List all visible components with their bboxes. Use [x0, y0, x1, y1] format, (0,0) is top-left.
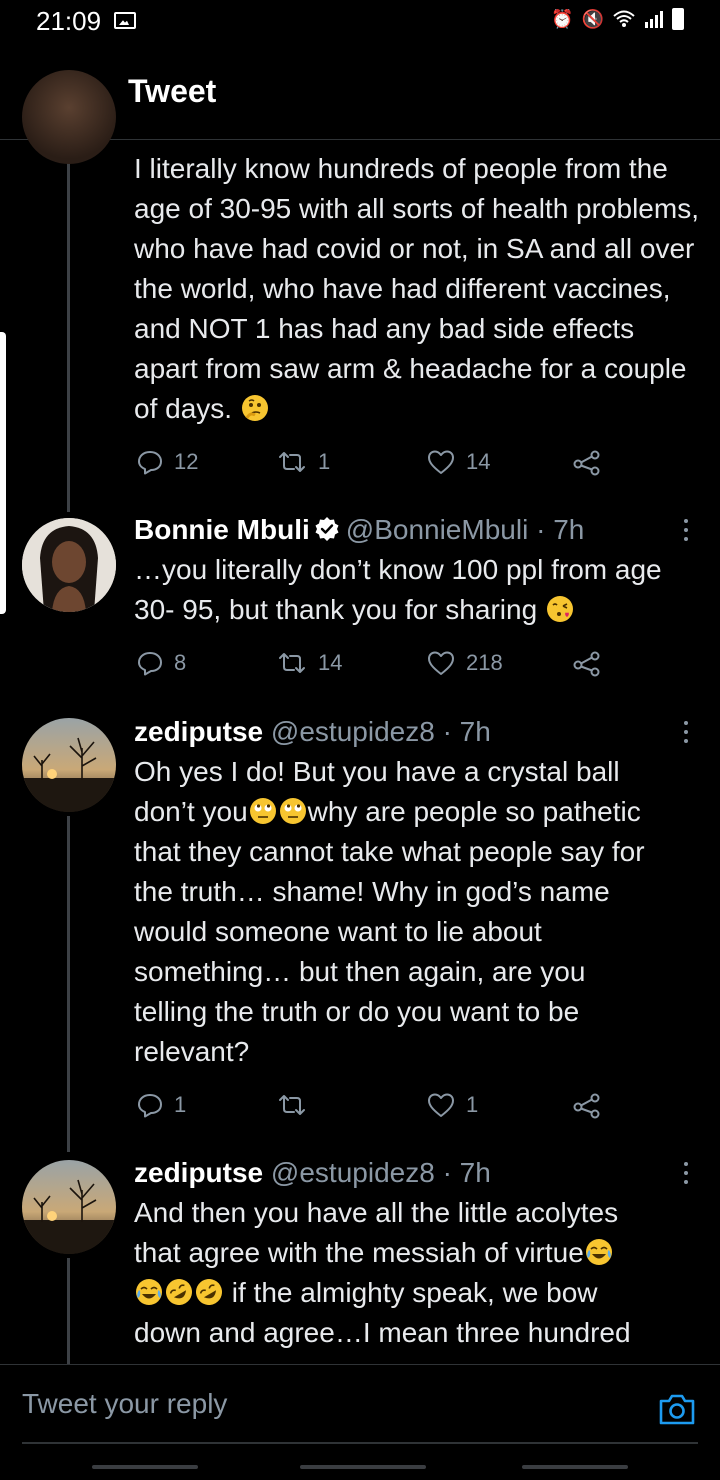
signal-icon	[645, 11, 663, 28]
heart-icon	[428, 1093, 454, 1117]
avatar[interactable]	[22, 718, 116, 812]
like-button[interactable]: 1	[426, 1088, 478, 1122]
more-options-button[interactable]	[678, 718, 694, 748]
tweet-text: Oh yes I do! But you have a crystal ball…	[134, 756, 645, 1067]
page-title: Tweet	[128, 73, 217, 109]
tweet-actions: 8 14 218	[134, 646, 614, 680]
reply-input[interactable]: Tweet your reply	[22, 1388, 227, 1420]
tweet-header: zediputse @estupidez8 · 7h	[134, 716, 491, 747]
gallery-notification-icon	[114, 12, 136, 29]
retweet-icon	[279, 1095, 305, 1115]
face-with-tears-of-joy-emoji	[585, 1239, 612, 1265]
reply-count: 8	[174, 650, 187, 675]
author-handle[interactable]: @estupidez8	[271, 716, 435, 747]
reply-count: 12	[174, 449, 199, 474]
tweet-header: Bonnie Mbuli @BonnieMbuli · 7h	[134, 514, 585, 545]
avatar-photo	[22, 718, 116, 812]
author-name[interactable]: zediputse	[134, 716, 263, 747]
author-name[interactable]: Bonnie Mbuli	[134, 514, 310, 545]
face-with-tears-of-joy-emoji	[136, 1279, 162, 1305]
tweet-time: 7h	[553, 514, 585, 545]
rolling-on-the-floor-laughing-emoji	[196, 1279, 222, 1305]
tweet-time: 7h	[459, 716, 491, 747]
status-bar: 21:09 ⏰ 🔇	[0, 0, 720, 44]
face-blowing-kiss-emoji	[546, 596, 573, 622]
thread-line	[67, 1258, 70, 1364]
retweet-icon	[279, 452, 305, 472]
tweet-actions: 12 1 14	[134, 445, 614, 479]
author-handle[interactable]: @estupidez8	[271, 1157, 435, 1188]
alarm-icon: ⏰	[551, 9, 574, 29]
more-options-button[interactable]	[678, 1159, 694, 1189]
tweet-text: …you literally don’t know 100 ppl from a…	[134, 554, 662, 625]
share-button[interactable]	[572, 445, 602, 479]
battery-icon	[672, 8, 684, 30]
verified-badge-icon	[315, 517, 339, 541]
wifi-icon	[613, 10, 635, 27]
author-name[interactable]: zediputse	[134, 1157, 263, 1188]
reply-button[interactable]: 12	[136, 445, 198, 479]
face-with-rolling-eyes-emoji	[279, 798, 306, 824]
rolling-on-the-floor-laughing-emoji	[166, 1279, 192, 1305]
tweet-header: zediputse @estupidez8 · 7h	[134, 1157, 491, 1188]
thinking-face-emoji	[241, 395, 268, 421]
share-icon	[573, 1093, 600, 1119]
avatar-photo	[22, 1160, 116, 1254]
tweet-time: 7h	[459, 1157, 491, 1188]
status-icons: ⏰ 🔇	[551, 8, 684, 30]
tweet-actions: 1 1	[134, 1088, 614, 1122]
reply-icon	[138, 1094, 162, 1118]
like-count: 14	[466, 449, 491, 474]
tweet-text: I literally know hundreds of people from…	[134, 153, 699, 424]
like-button[interactable]: 14	[426, 445, 490, 479]
more-options-button[interactable]	[678, 516, 694, 546]
edge-panel-handle[interactable]	[0, 332, 6, 614]
heart-icon	[428, 450, 454, 474]
retweet-count: 1	[318, 449, 331, 474]
face-with-rolling-eyes-emoji	[249, 798, 276, 824]
reply-icon	[138, 652, 162, 676]
like-count: 1	[466, 1092, 479, 1117]
retweet-button[interactable]: 14	[276, 646, 342, 680]
avatar[interactable]	[22, 70, 116, 164]
retweet-count: 14	[318, 650, 343, 675]
retweet-button[interactable]: 1	[276, 445, 330, 479]
share-icon	[573, 450, 600, 476]
status-time: 21:09	[36, 6, 102, 36]
recents-button[interactable]	[92, 1465, 198, 1469]
system-nav-bar	[0, 1446, 720, 1480]
share-icon	[573, 651, 600, 677]
like-button[interactable]: 218	[426, 646, 503, 680]
like-count: 218	[466, 650, 503, 675]
heart-icon	[428, 651, 454, 675]
thread-line	[67, 816, 70, 1152]
home-button[interactable]	[300, 1465, 426, 1469]
avatar-photo	[22, 518, 116, 612]
tweet-text: And then you have all the little acolyte…	[134, 1197, 631, 1348]
back-button[interactable]	[522, 1465, 628, 1469]
avatar[interactable]	[22, 1160, 116, 1254]
share-button[interactable]	[572, 646, 602, 680]
camera-icon[interactable]	[658, 1392, 696, 1426]
reply-count: 1	[174, 1092, 187, 1117]
retweet-icon	[279, 653, 305, 673]
reply-icon	[138, 451, 162, 475]
reply-divider	[22, 1442, 698, 1444]
thread-line	[67, 160, 70, 512]
avatar[interactable]	[22, 518, 116, 612]
share-button[interactable]	[572, 1088, 602, 1122]
author-handle[interactable]: @BonnieMbuli	[346, 514, 529, 545]
mute-icon: 🔇	[581, 9, 604, 29]
reply-button[interactable]: 1	[136, 1088, 186, 1122]
reply-button[interactable]: 8	[136, 646, 186, 680]
retweet-button[interactable]	[276, 1088, 318, 1122]
